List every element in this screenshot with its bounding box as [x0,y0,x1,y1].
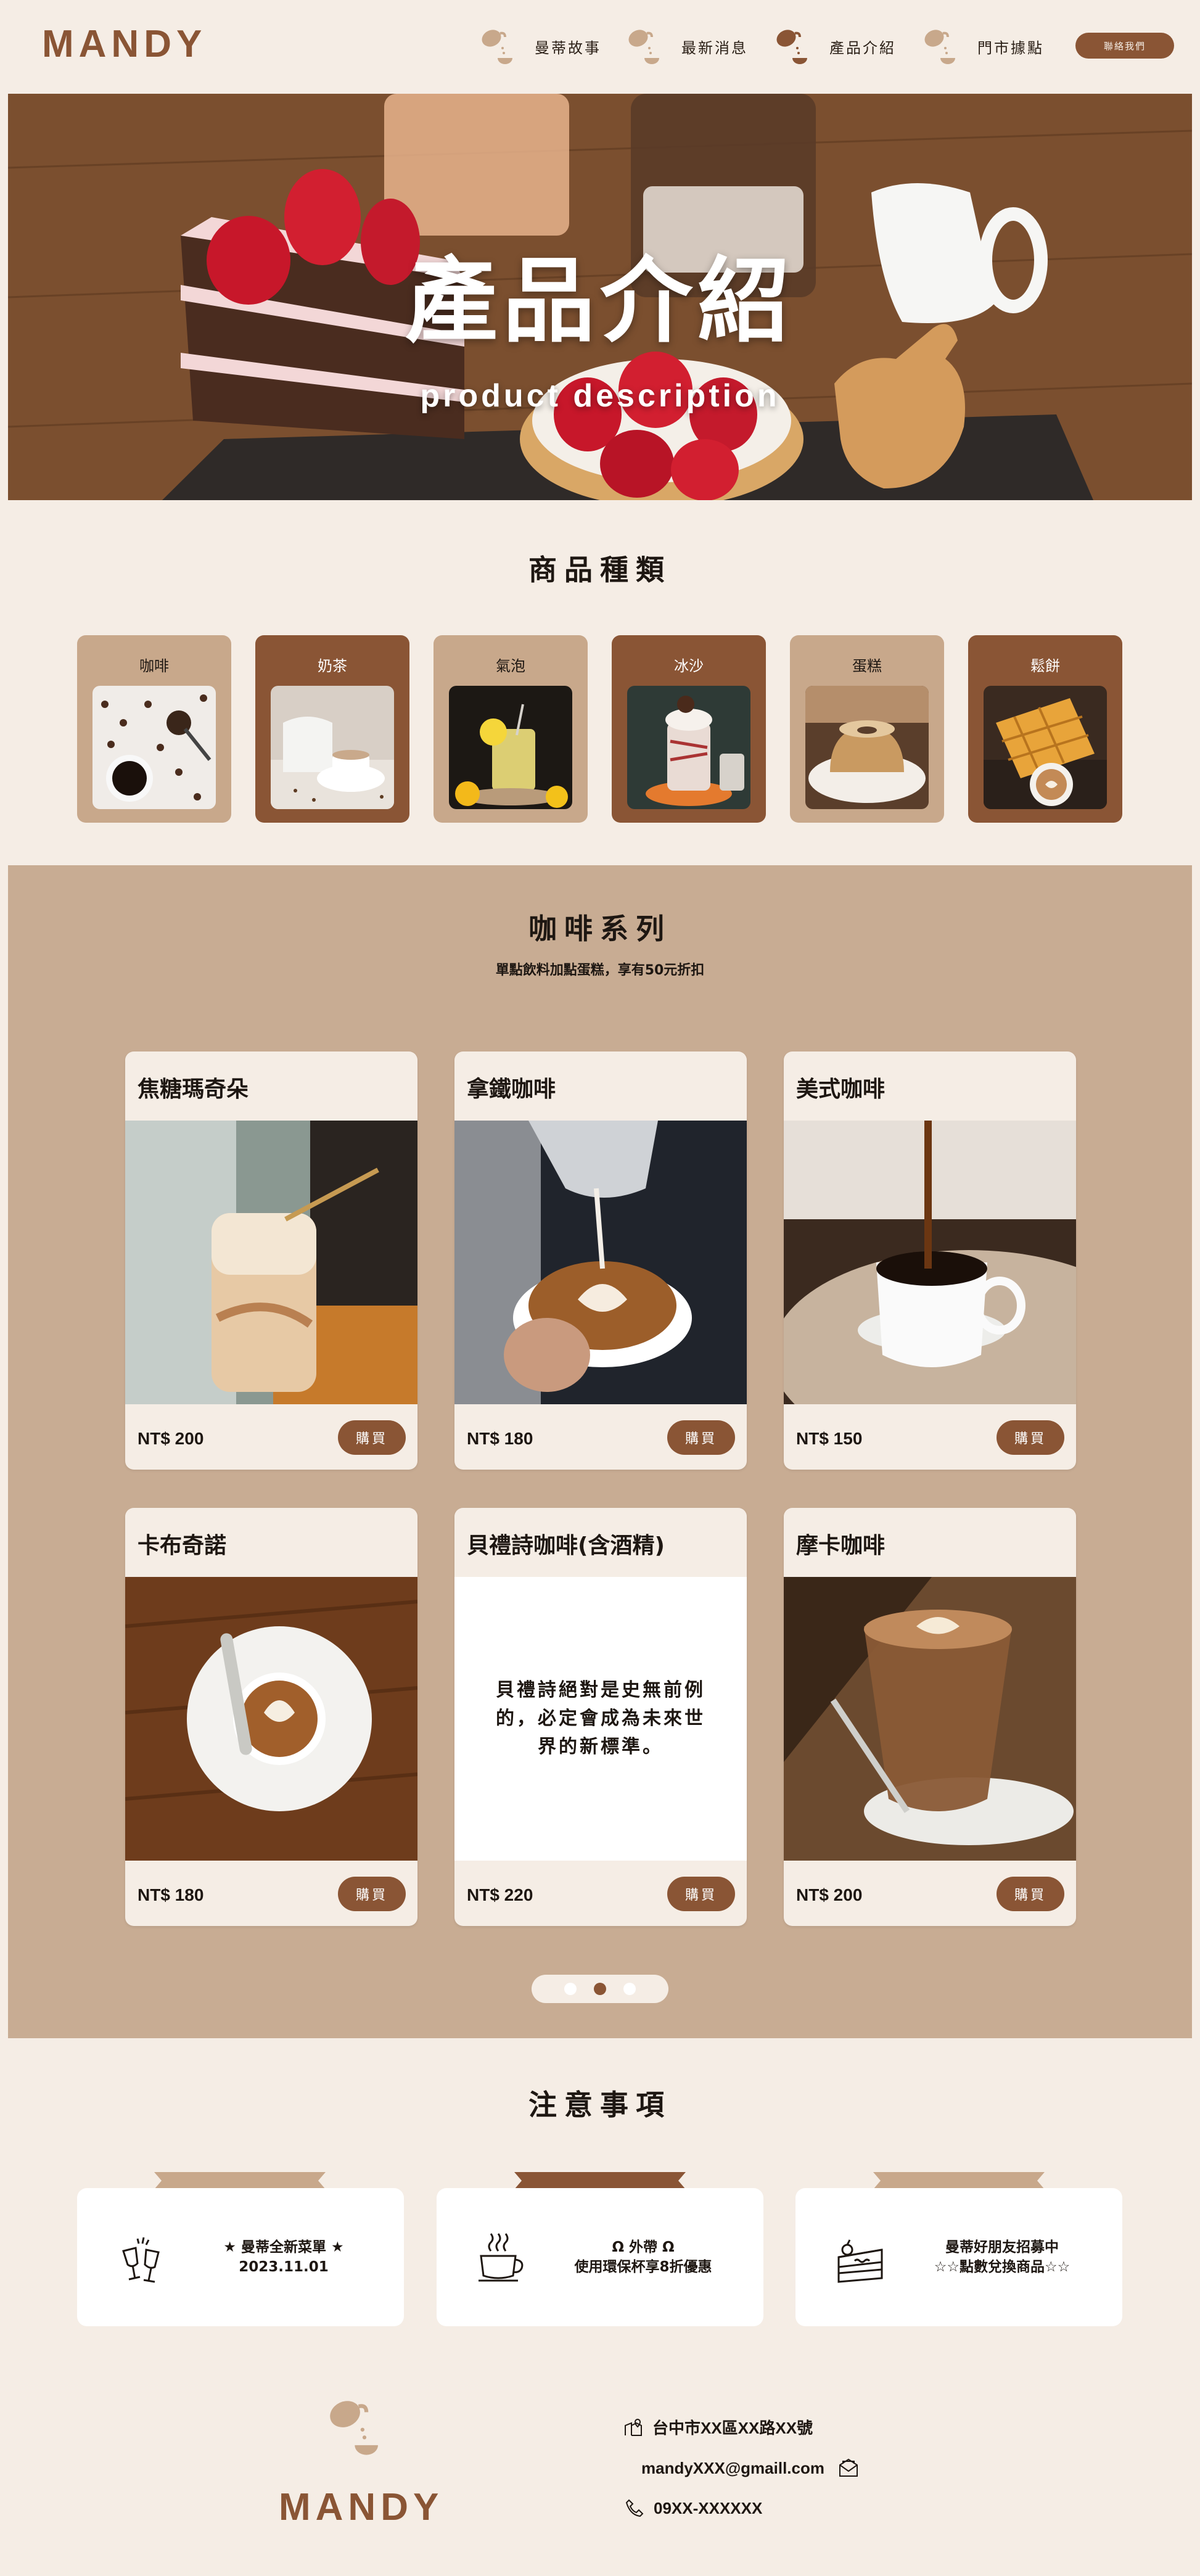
carousel-pagination [532,1975,668,2003]
coffee-pour-icon [921,25,964,68]
category-milk-tea[interactable]: 奶茶 [255,635,409,823]
footer-phone: 09XX-XXXXXX [624,2498,762,2519]
product-image [125,1577,417,1861]
phone-icon [624,2498,645,2519]
product-price: NT$ 220 [467,1885,533,1904]
product-image [454,1121,747,1404]
coffee-series-title: 咖啡系列 [528,912,672,945]
nav-label: 曼蒂故事 [535,39,601,57]
buy-button[interactable]: 購買 [338,1420,406,1455]
category-image [627,686,750,809]
buy-button[interactable]: 購買 [667,1420,735,1455]
contact-us-button[interactable]: 聯絡我們 [1075,33,1174,59]
coffee-series-note: 單點飲料加點蛋糕，享有50元折扣 [495,963,705,978]
product-price: NT$ 180 [467,1429,533,1448]
product-price: NT$ 200 [796,1885,863,1904]
notice-text: Ω 外帶 Ω 使用環保杯享8折優惠 [574,2239,712,2275]
categories-title: 商品種類 [528,553,672,586]
coffee-cup-icon [474,2232,529,2288]
category-label: 蛋糕 [852,657,882,675]
footer-address: 台中市XX區XX路XX號 [623,2416,813,2438]
category-label: 奶茶 [318,657,347,675]
product-name: 貝禮詩咖啡(含酒精) [467,1533,665,1558]
location-icon [623,2417,644,2438]
product-image [784,1577,1076,1861]
product-image [125,1121,417,1404]
category-cake[interactable]: 蛋糕 [790,635,944,823]
product-card: 美式咖啡 NT$ 150 購買 [784,1051,1076,1470]
notice-text: ★ 曼蒂全新菜單 ★ 2023.11.01 [223,2239,344,2275]
buy-button[interactable]: 購買 [997,1877,1064,1911]
notice-card: ★ 曼蒂全新菜單 ★ 2023.11.01 [77,2188,404,2326]
nav-label: 產品介紹 [829,39,896,57]
category-smoothie[interactable]: 冰沙 [612,635,766,823]
hero-banner: 產品介紹 product description [8,94,1192,500]
product-card: 卡布奇諾 NT$ 180 購買 [125,1508,417,1926]
category-label: 氣泡 [496,657,525,675]
phone-text[interactable]: 09XX-XXXXXX [654,2499,762,2518]
category-image [805,686,929,809]
product-description: 貝禮詩絕對是史無前例的，必定會成為未來世界的新標準。 [454,1577,747,1861]
footer-logo[interactable]: MANDY [279,2485,443,2529]
nav-label: 最新消息 [681,39,748,57]
nav-label: 門市據點 [977,39,1044,57]
category-label: 冰沙 [674,657,704,675]
nav-item-news[interactable]: 最新消息 [625,25,748,68]
buy-button[interactable]: 購買 [667,1877,735,1911]
product-name: 焦糖瑪奇朵 [138,1077,249,1102]
notice-title: 注意事項 [528,2088,672,2121]
pagination-dot[interactable] [564,1983,577,1995]
category-coffee[interactable]: 咖啡 [77,635,231,823]
product-card: 焦糖瑪奇朵 NT$ 200 購買 [125,1051,417,1470]
buy-button[interactable]: 購買 [997,1420,1064,1455]
pagination-dot-active[interactable] [594,1983,606,1995]
email-text[interactable]: mandyXXX@gmaill.com [641,2459,824,2478]
product-image [784,1121,1076,1404]
pagination-dot[interactable] [623,1983,636,1995]
mail-icon [838,2458,859,2479]
coffee-pour-icon [625,25,668,68]
notice-card: Ω 外帶 Ω 使用環保杯享8折優惠 [437,2188,763,2326]
footer-email: mandyXXX@gmaill.com [641,2458,859,2479]
category-sparkling[interactable]: 氣泡 [434,635,588,823]
product-price: NT$ 150 [796,1429,863,1448]
address-text: 台中市XX區XX路XX號 [652,2419,813,2437]
product-card: 貝禮詩咖啡(含酒精) 貝禮詩絕對是史無前例的，必定會成為未來世界的新標準。 NT… [454,1508,747,1926]
product-price: NT$ 180 [138,1885,204,1904]
brand-logo[interactable]: MANDY [42,22,207,66]
notice-text: 曼蒂好朋友招募中 ☆☆點數兌換商品☆☆ [934,2239,1071,2275]
product-card: 摩卡咖啡 NT$ 200 購買 [784,1508,1076,1926]
coffee-pour-icon [324,2393,392,2461]
cheers-glasses-icon [114,2232,170,2288]
category-label: 鬆餅 [1030,657,1060,675]
notice-card: 曼蒂好朋友招募中 ☆☆點數兌換商品☆☆ [795,2188,1122,2326]
top-navbar: MANDY 曼蒂故事 最新消息 產品介紹 門市據點 聯絡我們 [8,0,1192,94]
nav-item-stores[interactable]: 門市據點 [921,25,1044,68]
category-image [271,686,394,809]
hero-title: 產品介紹 [405,248,795,355]
category-label: 咖啡 [139,657,169,675]
hero-subtitle: product description [420,378,780,414]
coffee-pour-icon [773,25,816,68]
product-name: 卡布奇諾 [138,1533,227,1558]
product-name: 美式咖啡 [796,1077,886,1102]
buy-button[interactable]: 購買 [338,1877,406,1911]
category-waffle[interactable]: 鬆餅 [968,635,1122,823]
cake-slice-icon [832,2232,888,2288]
product-name: 拿鐵咖啡 [467,1077,556,1102]
product-name: 摩卡咖啡 [796,1533,886,1558]
category-image [449,686,572,809]
nav-item-story[interactable]: 曼蒂故事 [478,25,601,68]
category-image [984,686,1107,809]
product-card: 拿鐵咖啡 NT$ 180 購買 [454,1051,747,1470]
category-image [92,686,216,809]
coffee-pour-icon [478,25,521,68]
nav-item-products[interactable]: 產品介紹 [773,25,896,68]
product-price: NT$ 200 [138,1429,204,1448]
